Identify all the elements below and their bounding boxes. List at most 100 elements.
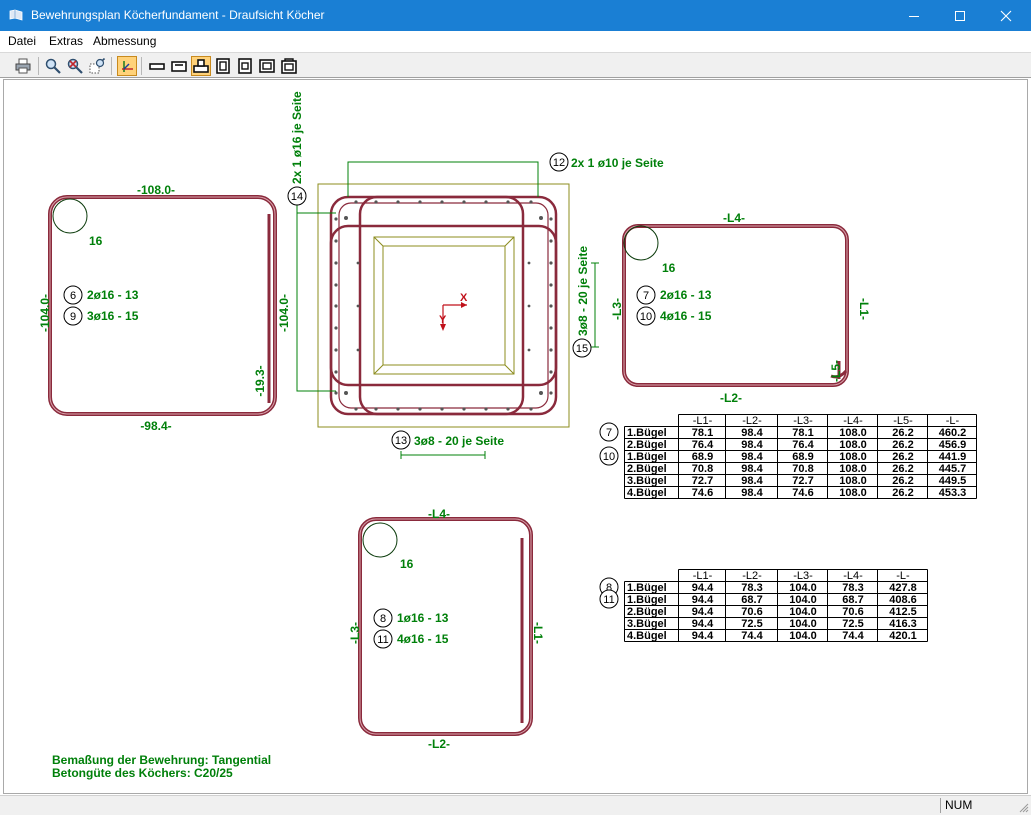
table-cell: 76.4 bbox=[692, 439, 714, 451]
table-cell: 26.2 bbox=[892, 451, 913, 463]
table-cell: 3.Bügel bbox=[627, 618, 667, 630]
table-cell: 26.2 bbox=[892, 427, 913, 439]
dim-l5: -L5- bbox=[829, 360, 843, 382]
table-cell: 26.2 bbox=[892, 439, 913, 451]
table-cell: 94.4 bbox=[692, 606, 714, 618]
stirrup-table-1: 7 10 -L1- -L2- -L3- -L4- -L5- -L- 1.Bügel 78.1 9… bbox=[599, 414, 977, 499]
position-label: 2ø16 - 13 bbox=[87, 288, 139, 302]
bend-diameter-label: 16 bbox=[400, 557, 414, 571]
table-cell: 68.9 bbox=[692, 451, 713, 463]
position-label: 2x 1 ø16 je Seite bbox=[290, 91, 304, 184]
stirrup-outline bbox=[48, 195, 277, 416]
dim-l3: -L3- bbox=[610, 298, 624, 320]
table-cell: 98.4 bbox=[741, 427, 763, 439]
position-number: 10 bbox=[640, 311, 652, 323]
table-cell: 74.6 bbox=[792, 487, 813, 499]
dim-l4: -L4- bbox=[428, 507, 450, 521]
y-axis-label: Y bbox=[439, 314, 447, 326]
bend-diameter-label: 16 bbox=[89, 234, 103, 248]
table-cell: 104.0 bbox=[789, 582, 817, 594]
table-cell: 108.0 bbox=[839, 439, 867, 451]
table-cell: 78.3 bbox=[741, 582, 762, 594]
table-header: -L2- bbox=[742, 415, 762, 427]
bend-diameter-circle bbox=[362, 522, 398, 558]
table-cell: 456.9 bbox=[939, 439, 967, 451]
table-cell: 108.0 bbox=[839, 475, 867, 487]
dim-right: -104.0- bbox=[277, 294, 291, 332]
table-header: -L1- bbox=[693, 415, 713, 427]
table-cell: 74.6 bbox=[692, 487, 713, 499]
table-cell: 1.Bügel bbox=[627, 594, 667, 606]
dim-l1: -L1- bbox=[531, 622, 545, 644]
table-cell: 94.4 bbox=[692, 594, 714, 606]
table-cell: 104.0 bbox=[789, 630, 817, 642]
resize-grip-icon[interactable] bbox=[1019, 803, 1029, 813]
position-number: 9 bbox=[70, 311, 76, 323]
table-cell: 26.2 bbox=[892, 463, 913, 475]
table-cell: 70.8 bbox=[692, 463, 713, 475]
position-number: 13 bbox=[395, 435, 407, 447]
table-cell: 70.6 bbox=[741, 606, 762, 618]
position-number: 8 bbox=[380, 613, 386, 625]
note-dimensioning: Bemaßung der Bewehrung: Tangential bbox=[52, 753, 271, 767]
table-cell: 104.0 bbox=[789, 606, 817, 618]
table-cell: 94.4 bbox=[692, 582, 714, 594]
position-number: 12 bbox=[553, 157, 565, 169]
table-header: -L4- bbox=[843, 415, 863, 427]
table-cell: 68.7 bbox=[741, 594, 762, 606]
position-label: 2x 1 ø10 je Seite bbox=[571, 156, 664, 170]
table-cell: 1.Bügel bbox=[627, 427, 667, 439]
dim-l4: -L4- bbox=[723, 211, 745, 225]
position-number: 11 bbox=[603, 594, 614, 606]
status-num-indicator: NUM bbox=[940, 798, 1012, 813]
position-number: 11 bbox=[377, 634, 388, 646]
position-number: 7 bbox=[606, 427, 612, 439]
table-cell: 1.Bügel bbox=[627, 451, 667, 463]
table-cell: 108.0 bbox=[839, 487, 867, 499]
table-cell: 104.0 bbox=[789, 594, 817, 606]
position-label: 1ø16 - 13 bbox=[397, 611, 449, 625]
note-concrete-grade: Betongüte des Köchers: C20/25 bbox=[52, 766, 233, 780]
table-cell: 98.4 bbox=[741, 463, 763, 475]
table-cell: 70.6 bbox=[842, 606, 863, 618]
position-label: 3ø16 - 15 bbox=[87, 309, 139, 323]
table-cell: 78.3 bbox=[842, 582, 863, 594]
table-cell: 72.7 bbox=[792, 475, 813, 487]
table-cell: 78.1 bbox=[792, 427, 813, 439]
bend-diameter-circle bbox=[52, 198, 88, 234]
table-cell: 104.0 bbox=[789, 618, 817, 630]
drawing-canvas[interactable]: 16 -108.0- -98.4- -104.0- -104.0- -19.3-… bbox=[3, 79, 1028, 794]
table-cell: 26.2 bbox=[892, 475, 913, 487]
dim-bottom: -98.4- bbox=[140, 419, 171, 433]
table-header: -L3- bbox=[793, 415, 813, 427]
dim-top: -108.0- bbox=[137, 183, 175, 197]
table-cell: 449.5 bbox=[939, 475, 967, 487]
table-cell: 460.2 bbox=[939, 427, 967, 439]
position-number: 15 bbox=[576, 343, 588, 355]
table-cell: 94.4 bbox=[692, 618, 714, 630]
table-cell: 78.1 bbox=[692, 427, 713, 439]
position-label: 3ø8 - 20 je Seite bbox=[414, 434, 504, 448]
stirrup-outline-highlight bbox=[623, 225, 848, 386]
table-cell: 1.Bügel bbox=[627, 582, 667, 594]
table-cell: 453.3 bbox=[939, 487, 967, 499]
table-cell: 441.9 bbox=[939, 451, 967, 463]
plan-view: X Y 12 2x 1 ø10 je Seite 14 2x 1 ø16 je … bbox=[287, 91, 664, 459]
position-number: 6 bbox=[70, 290, 76, 302]
table-header: -L5- bbox=[893, 415, 913, 427]
table-cell: 74.4 bbox=[842, 630, 864, 642]
position-number: 7 bbox=[643, 290, 649, 302]
position-number: 14 bbox=[291, 191, 303, 203]
table-cell: 94.4 bbox=[692, 630, 714, 642]
x-axis-label: X bbox=[460, 292, 468, 304]
status-bar: NUM bbox=[0, 795, 1031, 815]
position-label: 3ø8 - 20 je Seite bbox=[576, 246, 590, 336]
table-cell: 76.4 bbox=[792, 439, 814, 451]
table-cell: 4.Bügel bbox=[627, 630, 667, 642]
table-cell: 416.3 bbox=[889, 618, 917, 630]
table-cell: 98.4 bbox=[741, 451, 763, 463]
table-cell: 72.5 bbox=[842, 618, 863, 630]
table-cell: 108.0 bbox=[839, 427, 867, 439]
position-label: 4ø16 - 15 bbox=[660, 309, 712, 323]
dim-l2: -L2- bbox=[428, 737, 450, 751]
